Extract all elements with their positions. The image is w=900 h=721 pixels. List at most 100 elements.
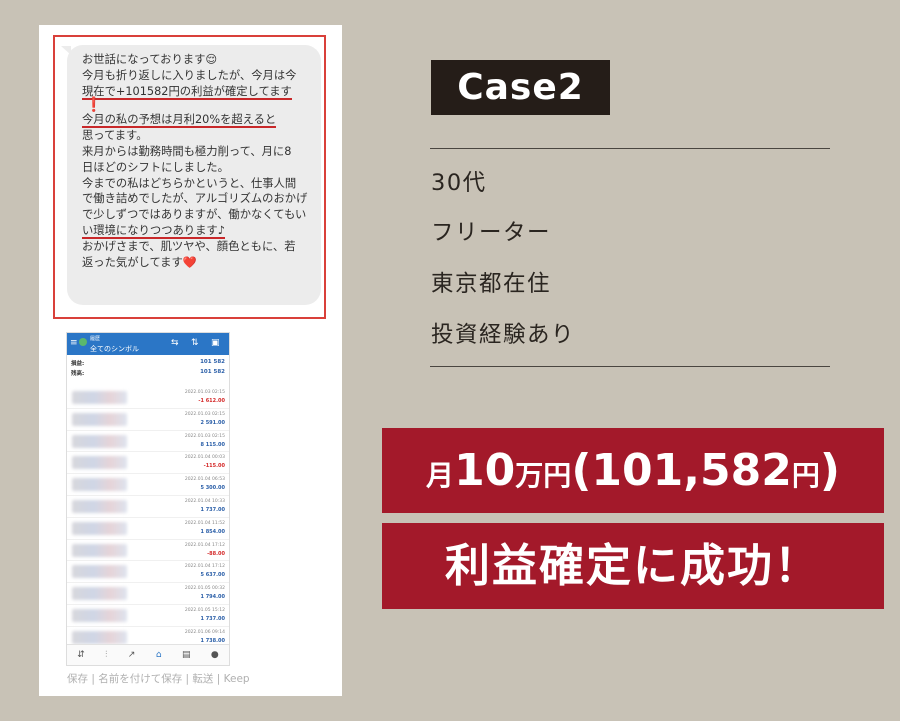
history-row[interactable]: 2022.01.04 06:53 5 300.00 bbox=[67, 474, 229, 496]
summary-row: 残高: 101 582 bbox=[71, 369, 225, 379]
trade-date: 2022.01.05 00:32 bbox=[184, 586, 225, 592]
trade-amount: 5 300.00 bbox=[200, 485, 225, 492]
blurred-symbol bbox=[72, 608, 127, 622]
profile-location: 東京都在住 bbox=[431, 271, 552, 297]
header-title: 全てのシンボル bbox=[90, 345, 139, 353]
news-icon[interactable]: ▤ bbox=[182, 650, 191, 660]
blurred-symbol bbox=[72, 456, 127, 470]
trade-amount: -115.00 bbox=[203, 463, 225, 470]
trade-amount: 1 737.00 bbox=[200, 615, 225, 622]
exclamation-icon: ❗ bbox=[85, 97, 103, 114]
history-row[interactable]: 2022.01.04 10:33 1 737.00 bbox=[67, 496, 229, 518]
chat-line: 今までの私はどちらかというと、仕事人間 bbox=[82, 176, 297, 190]
symbol-filter-icon: ⇆ bbox=[171, 338, 179, 348]
profit-amount-banner: 月10万円(101,582円) bbox=[382, 428, 884, 513]
chart-candles-icon[interactable]: ⫶ bbox=[105, 650, 107, 660]
history-row[interactable]: 2022.01.05 00:32 1 794.00 bbox=[67, 583, 229, 605]
history-row[interactable]: 2022.01.04 00:03 -115.00 bbox=[67, 452, 229, 475]
quotes-icon[interactable]: ⇵ bbox=[77, 650, 85, 660]
trade-history-screenshot: ≡ 履歴 全てのシンボル ⇆ ⇅ ▣ 損益: 101 582 残高: 101 582… bbox=[66, 332, 230, 666]
app-logo-icon bbox=[79, 338, 87, 346]
trade-date: 2022.01.04 17:12 bbox=[184, 564, 225, 570]
summary-value: 101 582 bbox=[200, 359, 225, 365]
history-row[interactable]: 2022.01.04 11:52 1 854.00 bbox=[67, 518, 229, 540]
chat-screenshot-frame: お世話になっております😌 今月も折り返しに入りましたが、今月は今 現在で+101… bbox=[53, 35, 326, 319]
chat-icon[interactable]: ● bbox=[211, 650, 219, 660]
banner-number: 10 bbox=[454, 445, 516, 496]
calendar-icon: ▣ bbox=[211, 338, 220, 348]
chat-line: 思ってます。 bbox=[82, 129, 148, 143]
banner-yen: 円 bbox=[791, 459, 820, 492]
history-list: 2022.01.03 02:15 -1 612.00 2022.01.03 02:1… bbox=[67, 387, 229, 665]
chat-line: 今月も折り返しに入りましたが、今月は今 bbox=[82, 68, 297, 82]
sort-icon: ⇅ bbox=[191, 338, 199, 348]
chat-line-underlined: 現在で+101582円の利益が確定してます bbox=[82, 84, 292, 100]
history-row[interactable]: 2022.01.03 02:15 -1 612.00 bbox=[67, 387, 229, 409]
trade-date: 2022.01.06 09:14 bbox=[184, 629, 225, 635]
chat-line: お世話になっております😌 bbox=[82, 53, 218, 66]
trade-amount: 5 637.00 bbox=[200, 572, 225, 579]
blurred-symbol bbox=[72, 391, 127, 404]
case-label: Case2 bbox=[431, 60, 610, 115]
blurred-symbol bbox=[72, 412, 127, 426]
trade-date: 2022.01.03 02:15 bbox=[184, 390, 225, 395]
trade-date: 2022.01.05 15:12 bbox=[184, 607, 225, 613]
blurred-symbol bbox=[72, 630, 127, 644]
blurred-symbol bbox=[72, 521, 127, 535]
blurred-symbol bbox=[72, 587, 127, 601]
summary-label: 損益: bbox=[71, 361, 85, 367]
phone-header: ≡ 履歴 全てのシンボル ⇆ ⇅ ▣ bbox=[67, 333, 229, 355]
trade-date: 2022.01.03 02:15 bbox=[184, 411, 225, 417]
line-caption: 保存 | 名前を付けて保存 | 転送 | Keep bbox=[67, 673, 250, 685]
chat-bubble: お世話になっております😌 今月も折り返しに入りましたが、今月は今 現在で+101… bbox=[67, 45, 321, 305]
trade-date: 2022.01.04 00:03 bbox=[184, 455, 225, 461]
chat-line: おかげさまで、肌ツヤや、顔色ともに、若 bbox=[82, 239, 296, 253]
trade-amount: 1 854.00 bbox=[200, 528, 225, 535]
history-row[interactable]: 2022.01.03 02:15 2 591.00 bbox=[67, 409, 229, 431]
summary: 損益: 101 582 残高: 101 582 bbox=[67, 355, 229, 379]
trade-amount: 1 737.00 bbox=[200, 506, 225, 513]
trade-amount: 1 794.00 bbox=[200, 594, 225, 601]
trade-amount: -88.00 bbox=[207, 550, 225, 557]
history-row[interactable]: 2022.01.04 17:12 -88.00 bbox=[67, 540, 229, 562]
profile-age: 30代 bbox=[431, 170, 487, 196]
chat-line: 来月からは勤務時間も極力削って、月に8 bbox=[82, 144, 292, 158]
chat-line: で働き詰めでしたが、アルゴリズムのおかげ bbox=[82, 192, 308, 206]
chat-line-underlined: い環境になりつつあります♪ bbox=[82, 223, 225, 239]
blurred-symbol bbox=[72, 499, 127, 513]
history-row[interactable]: 2022.01.04 17:12 5 637.00 bbox=[67, 561, 229, 584]
menu-icon: ≡ bbox=[70, 338, 78, 348]
banner-exact: (101,582 bbox=[571, 445, 792, 496]
summary-row: 損益: 101 582 bbox=[71, 359, 225, 369]
profile-job: フリーター bbox=[431, 220, 552, 246]
blurred-symbol bbox=[72, 434, 127, 448]
summary-label: 残高: bbox=[71, 371, 85, 377]
trade-date: 2022.01.04 10:33 bbox=[184, 498, 225, 504]
banner-month: 月 bbox=[426, 459, 455, 492]
chat-line: 返った気がしてます❤️ bbox=[82, 255, 197, 269]
trade-amount: -1 612.00 bbox=[198, 398, 225, 404]
history-row[interactable]: 2022.01.05 15:12 1 737.00 bbox=[67, 605, 229, 627]
success-banner: 利益確定に成功！ bbox=[382, 523, 884, 609]
phone-tab-bar: ⇵ ⫶ ↗ ⌂ ▤ ● bbox=[67, 644, 229, 665]
chat-line: で少しずつではありますが、働かなくてもい bbox=[82, 208, 307, 222]
trade-icon[interactable]: ↗ bbox=[128, 650, 136, 660]
trade-date: 2022.01.04 17:12 bbox=[184, 542, 225, 548]
blurred-symbol bbox=[72, 565, 127, 579]
history-row[interactable]: 2022.01.03 02:15 8 115.00 bbox=[67, 431, 229, 453]
header-small-label: 履歴 bbox=[90, 336, 101, 342]
trade-date: 2022.01.04 06:53 bbox=[184, 477, 225, 483]
trade-amount: 8 115.00 bbox=[200, 441, 225, 448]
trade-amount: 1 738.00 bbox=[200, 637, 225, 644]
banner-unit: 万円 bbox=[515, 459, 572, 492]
summary-value: 101 582 bbox=[200, 369, 225, 375]
history-icon[interactable]: ⌂ bbox=[156, 650, 162, 660]
profile-experience: 投資経験あり bbox=[431, 322, 576, 348]
blurred-symbol bbox=[72, 543, 127, 557]
divider-top bbox=[430, 148, 830, 149]
trade-amount: 2 591.00 bbox=[200, 419, 225, 426]
chat-line: 日ほどのシフトにしました。 bbox=[82, 160, 229, 174]
blurred-symbol bbox=[72, 478, 127, 492]
chat-line-underlined: 今月の私の予想は月利20%を超えると bbox=[82, 113, 277, 129]
divider-bottom bbox=[430, 366, 830, 367]
